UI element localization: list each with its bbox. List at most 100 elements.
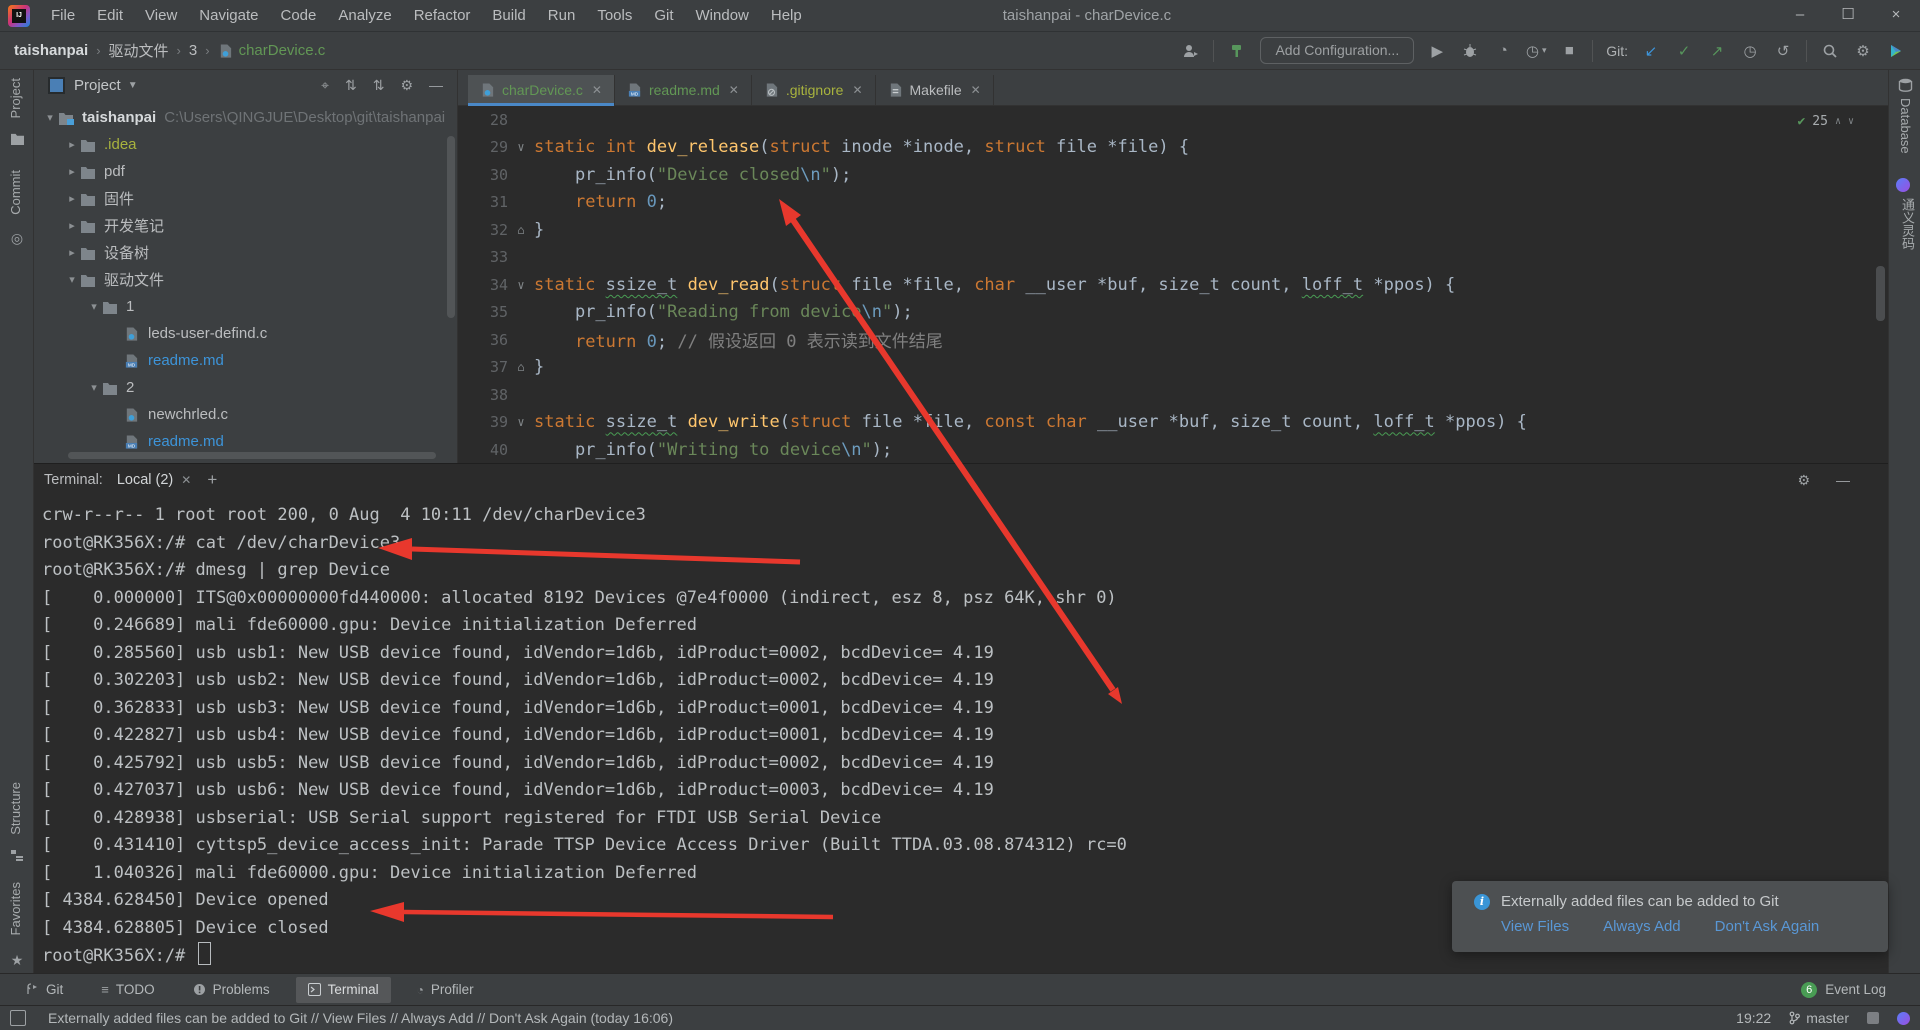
git-push-icon[interactable]: ↗ — [1707, 41, 1727, 61]
tree-chevron-right-icon[interactable]: ▸ — [64, 138, 80, 151]
panel-settings-gear-icon[interactable]: ⚙ — [400, 77, 413, 94]
collapse-all-icon[interactable]: ⇅ — [373, 77, 385, 94]
close-button[interactable]: × — [1872, 0, 1920, 32]
git-rollback-icon[interactable]: ↺ — [1773, 41, 1793, 61]
tree-row[interactable]: ▾1 — [34, 293, 457, 320]
tree-row[interactable]: ▸pdf — [34, 158, 457, 185]
tree-row[interactable]: ▾驱动文件 — [34, 266, 457, 293]
prev-problem-icon[interactable]: ∧ — [1835, 116, 1841, 127]
close-icon[interactable]: ✕ — [729, 83, 739, 97]
user-switch-icon[interactable] — [1180, 41, 1200, 61]
tree-row[interactable]: MDreadme.md — [34, 428, 457, 455]
tree-chevron-down-icon[interactable]: ▾ — [86, 381, 102, 394]
ai-assistant-icon[interactable] — [1896, 178, 1914, 192]
close-icon[interactable]: ✕ — [971, 83, 981, 97]
tree-chevron-right-icon[interactable]: ▸ — [64, 165, 80, 178]
settings-gear-icon[interactable]: ⚙ — [1853, 41, 1873, 61]
menu-item-refactor[interactable]: Refactor — [403, 7, 482, 24]
tree-chevron-down-icon[interactable]: ▾ — [64, 273, 80, 286]
maximize-button[interactable]: ☐ — [1824, 0, 1872, 32]
menu-item-git[interactable]: Git — [643, 7, 684, 24]
close-icon[interactable]: ✕ — [181, 473, 191, 487]
tool-tab-problems[interactable]: Problems — [181, 977, 282, 1003]
fold-close-icon[interactable]: ⌂ — [508, 360, 534, 374]
tree-row[interactable]: ▸设备树 — [34, 239, 457, 266]
plugin-icon[interactable] — [1886, 41, 1906, 61]
terminal-settings-gear-icon[interactable]: ⚙ — [1797, 472, 1810, 489]
fold-open-icon[interactable]: ∨ — [508, 415, 534, 429]
project-horizontal-scrollbar[interactable] — [68, 452, 436, 459]
add-configuration-button[interactable]: Add Configuration... — [1260, 37, 1414, 64]
view-files-link[interactable]: View Files — [1501, 918, 1569, 935]
tree-chevron-down-icon[interactable]: ▾ — [42, 111, 58, 124]
editor-tab-readme.md[interactable]: MDreadme.md✕ — [615, 75, 752, 105]
inspections-widget[interactable]: ✔ 25 ∧ ∨ — [1797, 114, 1854, 129]
hide-panel-icon[interactable]: — — [429, 77, 443, 94]
tree-chevron-down-icon[interactable]: ▾ — [86, 300, 102, 313]
terminal-tab-local[interactable]: Local (2) ✕ — [117, 472, 191, 488]
structure-icon[interactable] — [8, 848, 26, 864]
next-problem-icon[interactable]: ∨ — [1848, 116, 1854, 127]
tool-tab-todo[interactable]: ≡TODO — [89, 977, 166, 1003]
tree-row[interactable]: leds-user-defind.c — [34, 320, 457, 347]
tree-row[interactable]: ▾2 — [34, 374, 457, 401]
fold-open-icon[interactable]: ∨ — [508, 278, 534, 292]
breadcrumb-item[interactable]: 驱动文件 — [109, 40, 169, 61]
editor-tab-gitignore[interactable]: .gitignore✕ — [752, 75, 876, 105]
tool-tab-git[interactable]: Git — [14, 977, 75, 1003]
build-hammer-icon[interactable] — [1227, 41, 1247, 61]
editor-tab-chardevice.c[interactable]: charDevice.c✕ — [468, 75, 615, 105]
breadcrumb-item[interactable]: 3 — [189, 42, 197, 59]
dont-ask-again-link[interactable]: Don't Ask Again — [1715, 918, 1820, 935]
toolwindow-toggle-icon[interactable] — [10, 1010, 26, 1026]
close-icon[interactable]: ✕ — [852, 83, 862, 97]
coverage-icon[interactable]: ◷▾ — [1526, 41, 1546, 61]
tree-chevron-right-icon[interactable]: ▸ — [64, 192, 80, 205]
menu-item-navigate[interactable]: Navigate — [188, 7, 269, 24]
menu-item-code[interactable]: Code — [269, 7, 327, 24]
minimize-button[interactable]: – — [1776, 0, 1824, 32]
menu-item-analyze[interactable]: Analyze — [327, 7, 402, 24]
close-icon[interactable]: ✕ — [592, 83, 602, 97]
git-update-icon[interactable]: ↙ — [1641, 41, 1661, 61]
code-editor[interactable]: 2829∨static int dev_release(struct inode… — [458, 106, 1888, 463]
menu-item-help[interactable]: Help — [760, 7, 813, 24]
tool-tab-profiler[interactable]: ◔Profiler — [405, 977, 486, 1003]
tool-tab-structure[interactable]: Structure — [8, 782, 23, 835]
terminal-hide-icon[interactable]: — — [1836, 472, 1850, 489]
favorites-star-icon[interactable]: ★ — [8, 952, 26, 969]
git-commit-icon[interactable]: ✓ — [1674, 41, 1694, 61]
debug-icon[interactable] — [1460, 41, 1480, 61]
project-folder-icon[interactable] — [8, 132, 26, 148]
expand-all-icon[interactable]: ⇅ — [345, 77, 357, 94]
tool-tab-project[interactable]: Project — [8, 78, 23, 118]
breadcrumb-item[interactable]: taishanpai — [14, 42, 88, 59]
git-history-icon[interactable]: ◷ — [1740, 41, 1760, 61]
menu-item-file[interactable]: File — [40, 7, 86, 24]
project-panel-title[interactable]: Project — [74, 77, 121, 94]
profiler-icon[interactable]: ◔ — [1493, 41, 1513, 61]
editor-scrollbar[interactable] — [1876, 266, 1885, 321]
tool-tab-terminal[interactable]: Terminal — [296, 977, 391, 1003]
menu-item-tools[interactable]: Tools — [586, 7, 643, 24]
fold-open-icon[interactable]: ∨ — [508, 140, 534, 154]
tree-row[interactable]: MDreadme.md — [34, 347, 457, 374]
tool-tab-commit[interactable]: Commit — [8, 170, 23, 215]
ai-plugin-status-icon[interactable] — [1897, 1012, 1910, 1025]
tree-row[interactable]: newchrled.c — [34, 401, 457, 428]
git-branch-widget[interactable]: master — [1789, 1010, 1849, 1026]
tree-row[interactable]: ▸.idea — [34, 131, 457, 158]
database-icon[interactable] — [1896, 78, 1914, 95]
locate-file-icon[interactable]: ⌖ — [321, 77, 329, 94]
status-message[interactable]: Externally added files can be added to G… — [48, 1010, 673, 1026]
tree-row[interactable]: ▾taishanpaiC:\Users\QINGJUE\Desktop\git\… — [34, 104, 457, 131]
menu-item-view[interactable]: View — [134, 7, 188, 24]
stop-icon[interactable]: ■ — [1559, 41, 1579, 61]
tool-tab-database[interactable]: Database — [1898, 98, 1913, 154]
menu-item-window[interactable]: Window — [685, 7, 760, 24]
new-terminal-button[interactable]: + — [207, 470, 217, 490]
event-log[interactable]: 6 Event Log — [1801, 982, 1886, 998]
tree-row[interactable]: ▸开发笔记 — [34, 212, 457, 239]
menu-item-build[interactable]: Build — [481, 7, 536, 24]
tree-row[interactable]: ▸固件 — [34, 185, 457, 212]
